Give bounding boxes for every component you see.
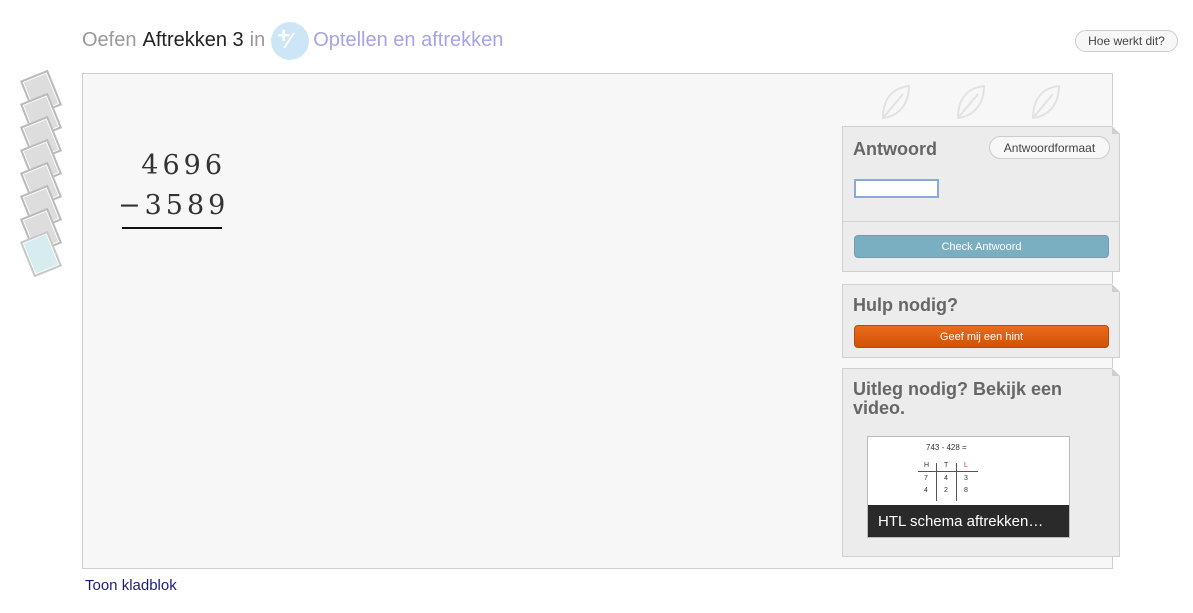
thumbnail-equation: 743 - 428 =: [926, 443, 967, 452]
video-panel: Uitleg nodig? Bekijk een video. 743 - 42…: [842, 368, 1120, 557]
video-title: Uitleg nodig? Bekijk een video.: [853, 379, 1063, 418]
topic-link[interactable]: Optellen en aftrekken: [313, 29, 503, 52]
subtrahend: 3589: [144, 190, 230, 221]
exercise-title: Oefen Aftrekken 3 in Optellen en aftrekk…: [82, 22, 503, 60]
title-prefix: Oefen: [82, 28, 137, 51]
hint-panel: Hulp nodig? Geef mij een hint: [842, 284, 1120, 358]
grid-line: [956, 463, 957, 501]
grid-cell: 4: [944, 475, 948, 482]
grid-header: L: [964, 462, 968, 469]
video-thumbnail[interactable]: 743 - 428 = H T L 7 4 3 4 2 8 HTL schema…: [867, 436, 1070, 538]
leaf-icon: [881, 84, 911, 120]
grid-header: T: [944, 462, 949, 469]
exercise-name: Aftrekken 3: [142, 28, 244, 51]
subtrahend-row: − 3589: [118, 186, 226, 226]
title-connector: in: [249, 28, 266, 51]
divider: [843, 221, 1119, 222]
video-caption[interactable]: HTL schema aftrekken…: [868, 505, 1069, 537]
grid-header: H: [924, 462, 930, 469]
htl-grid: H T L 7 4 3 4 2 8: [918, 461, 978, 503]
leaf-icon: [956, 84, 986, 120]
answer-input[interactable]: [854, 179, 939, 198]
how-it-works-button[interactable]: Hoe werkt dit?: [1075, 30, 1178, 52]
grid-line: [918, 471, 978, 472]
problem-card-stack: [18, 68, 68, 278]
minus-sign: −: [118, 190, 145, 221]
grid-cell: 2: [944, 487, 948, 494]
check-answer-button[interactable]: Check Antwoord: [854, 235, 1109, 258]
sum-line: [122, 227, 222, 229]
answer-panel: Antwoord Antwoordformaat Check Antwoord: [842, 126, 1120, 272]
answer-title: Antwoord: [853, 139, 937, 159]
grid-cell: 7: [924, 475, 928, 482]
show-scratchpad-link[interactable]: Toon kladblok: [85, 577, 177, 594]
minuend: 4696: [141, 150, 226, 181]
grid-cell: 8: [964, 487, 968, 494]
grid-line: [936, 463, 937, 501]
grid-cell: 3: [964, 475, 968, 482]
leaf-icon: [1031, 84, 1061, 120]
subtraction-problem: 4696 − 3589: [118, 146, 226, 226]
plus-minus-icon: [271, 22, 310, 60]
hint-title: Hulp nodig?: [853, 295, 958, 315]
answer-format-button[interactable]: Antwoordformaat: [989, 136, 1110, 159]
hint-button[interactable]: Geef mij een hint: [854, 325, 1109, 348]
grid-cell: 4: [924, 487, 928, 494]
